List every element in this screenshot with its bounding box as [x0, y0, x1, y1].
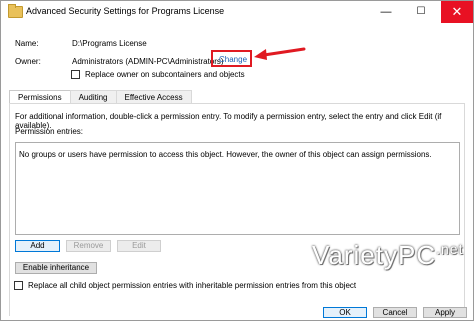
title-bar[interactable]: Advanced Security Settings for Programs … [1, 1, 473, 23]
window-title: Advanced Security Settings for Programs … [26, 6, 225, 16]
folder-icon [8, 4, 23, 18]
permission-entries-label: Permission entries: [15, 127, 84, 136]
ok-button[interactable]: OK [323, 307, 367, 318]
minimize-button[interactable]: — [371, 1, 401, 23]
replace-child-entries-label: Replace all child object permission entr… [28, 281, 357, 290]
varietypc-watermark: VarietyPC.net [312, 240, 474, 280]
enable-inheritance-button[interactable]: Enable inheritance [15, 262, 97, 274]
cancel-button[interactable]: Cancel [373, 307, 417, 318]
watermark-suffix: .net [436, 241, 464, 257]
permissions-info-text: For additional information, double-click… [15, 112, 442, 130]
owner-label: Owner: [15, 57, 41, 66]
red-arrow-icon [254, 47, 306, 60]
change-owner-link[interactable]: Change [219, 55, 247, 64]
replace-child-entries-checkbox[interactable] [14, 281, 23, 290]
replace-owner-option[interactable]: Replace owner on subcontainers and objec… [71, 70, 245, 79]
watermark-main: VarietyPC [312, 240, 437, 270]
add-button[interactable]: Add [15, 240, 60, 252]
replace-owner-checkbox[interactable] [71, 70, 80, 79]
remove-button[interactable]: Remove [66, 240, 111, 252]
tab-auditing[interactable]: Auditing [69, 90, 117, 103]
owner-value: Administrators (ADMIN-PC\Administrators) [72, 57, 224, 66]
apply-button[interactable]: Apply [423, 307, 467, 318]
tab-strip: Permissions Auditing Effective Access [9, 90, 192, 104]
name-value: D:\Programs License [72, 39, 147, 48]
maximize-button[interactable]: ☐ [406, 1, 436, 23]
tab-effective-access[interactable]: Effective Access [115, 90, 192, 103]
close-button[interactable]: ✕ [441, 1, 473, 23]
replace-child-entries-option[interactable]: Replace all child object permission entr… [14, 281, 356, 290]
replace-owner-label: Replace owner on subcontainers and objec… [85, 70, 245, 79]
edit-button[interactable]: Edit [117, 240, 161, 252]
tab-permissions[interactable]: Permissions [9, 90, 71, 104]
permission-entries-list[interactable]: No groups or users have permission to ac… [15, 142, 460, 235]
permission-entries-message: No groups or users have permission to ac… [19, 150, 432, 159]
name-label: Name: [15, 39, 39, 48]
